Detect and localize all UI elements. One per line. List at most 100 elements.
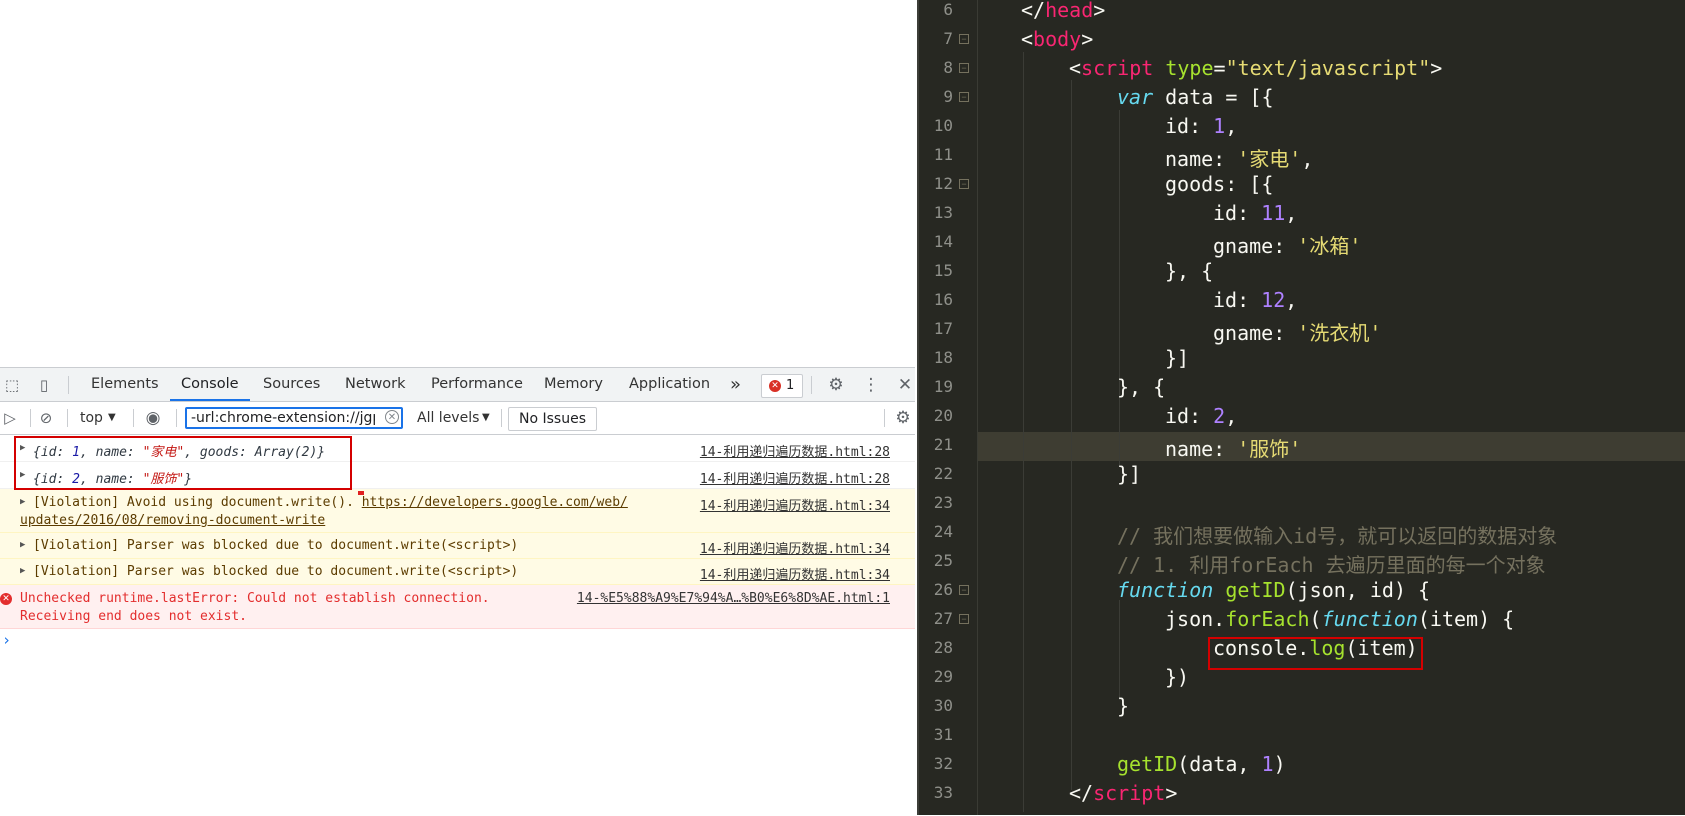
warning-text: [Violation] Avoid using document.write()… (33, 495, 628, 510)
line-number: 7 (943, 29, 953, 48)
warning-text: [Violation] Parser was blocked due to do… (33, 538, 519, 553)
error-count-badge[interactable]: ✕ 1 (761, 374, 803, 398)
console-warning-row[interactable]: ▶ [Violation] Avoid using document.write… (0, 489, 915, 533)
tab-console[interactable]: Console (170, 368, 250, 401)
more-tabs-chevron-icon[interactable]: » (730, 368, 741, 401)
line-number: 13 (933, 203, 953, 222)
code-line: <body> (1021, 27, 1094, 51)
code-line: id: 11, (1213, 201, 1298, 225)
expand-triangle-icon[interactable]: ▶ (20, 566, 25, 576)
doc-link-continued[interactable]: updates/2016/08/removing-document-write (20, 513, 325, 528)
console-prompt-icon[interactable]: › (2, 631, 11, 649)
divider (884, 409, 885, 427)
line-number: 18 (933, 348, 953, 367)
fold-toggle-icon[interactable]: − (959, 614, 969, 624)
context-selector[interactable]: top (80, 402, 103, 434)
divider (67, 409, 68, 427)
context-dropdown-icon[interactable]: ▼ (108, 402, 116, 434)
expand-triangle-icon[interactable]: ▶ (20, 540, 25, 550)
code-comment: // 我们想要做输入id号，就可以返回的数据对象 (1117, 524, 1558, 548)
line-number: 10 (933, 116, 953, 135)
tab-memory[interactable]: Memory (544, 368, 603, 401)
show-sidebar-icon[interactable]: ▷ (0, 409, 20, 427)
error-count: 1 (786, 378, 795, 393)
fold-toggle-icon[interactable]: − (959, 63, 969, 73)
code-line: function getID(json, id) { (1117, 578, 1431, 602)
source-link[interactable]: 14-%E5%88%A9%E7%94%A…%B0%E6%8D%AE.html:1 (577, 591, 890, 606)
code-line: gname: '冰箱' (1213, 234, 1362, 258)
source-link[interactable]: 14-利用递归遍历数据.html:34 (700, 564, 890, 583)
line-number: 27 (933, 609, 953, 628)
error-text-line2: Receiving end does not exist. (20, 609, 247, 624)
clear-console-icon[interactable]: ⊘ (36, 409, 56, 427)
fold-toggle-icon[interactable]: − (959, 179, 969, 189)
console-warning-row[interactable]: ▶ [Violation] Parser was blocked due to … (0, 559, 915, 585)
close-icon[interactable]: ✕ (895, 376, 915, 394)
code-line: id: 12, (1213, 288, 1298, 312)
tab-application[interactable]: Application (629, 368, 710, 401)
tab-sources[interactable]: Sources (263, 368, 320, 401)
warning-text: [Violation] Parser was blocked due to do… (33, 564, 519, 579)
source-link[interactable]: 14-利用递归遍历数据.html:28 (700, 441, 890, 460)
divider (30, 409, 31, 427)
divider (176, 409, 177, 427)
divider (133, 409, 134, 427)
current-line-highlight (977, 432, 1685, 461)
console-error-row[interactable]: ✕ Unchecked runtime.lastError: Could not… (0, 585, 915, 629)
line-number: 19 (933, 377, 953, 396)
settings-gear-icon[interactable]: ⚙ (826, 376, 846, 394)
fold-toggle-icon[interactable]: − (959, 92, 969, 102)
code-comment: // 1. 利用forEach 去遍历里面的每一个对象 (1117, 553, 1546, 577)
indent-guide (1023, 52, 1024, 812)
line-number: 24 (933, 522, 953, 541)
fold-toggle-icon[interactable]: − (959, 34, 969, 44)
line-number: 12 (933, 174, 953, 193)
issues-button[interactable]: No Issues (508, 407, 597, 431)
console-warning-row[interactable]: ▶ [Violation] Parser was blocked due to … (0, 533, 915, 559)
tab-network[interactable]: Network (345, 368, 406, 401)
source-link[interactable]: 14-利用递归遍历数据.html:34 (700, 538, 890, 557)
devtools-tab-bar: ⬚ ▯ Elements Console Sources Network Per… (0, 368, 915, 402)
line-number: 32 (933, 754, 953, 773)
tab-elements[interactable]: Elements (91, 368, 159, 401)
line-number: 31 (933, 725, 953, 744)
line-number: 22 (933, 464, 953, 483)
indent-guide (1071, 80, 1072, 790)
line-number: 16 (933, 290, 953, 309)
code-line: </script> (1069, 781, 1178, 805)
code-editor[interactable]: 6 7 8 9 10 11 12 13 14 15 16 17 18 19 20… (917, 0, 1685, 815)
levels-dropdown-icon[interactable]: ▼ (482, 402, 490, 434)
page-viewport (0, 0, 915, 367)
divider (68, 376, 69, 394)
code-line: id: 2, (1165, 404, 1238, 428)
fold-toggle-icon[interactable]: − (959, 585, 969, 595)
source-link[interactable]: 14-利用递归遍历数据.html:34 (700, 495, 890, 514)
line-number: 17 (933, 319, 953, 338)
code-line: name: '服饰' (1165, 437, 1302, 461)
divider (811, 376, 812, 394)
tab-performance[interactable]: Performance (431, 368, 523, 401)
line-number: 8 (943, 58, 953, 77)
console-toolbar: ▷ ⊘ top ▼ ◉ ✕ All levels ▼ No Issues ⚙ (0, 402, 915, 435)
code-line: gname: '洗衣机' (1213, 321, 1382, 345)
source-link[interactable]: 14-利用递归遍历数据.html:28 (700, 468, 890, 487)
line-number: 15 (933, 261, 953, 280)
line-number: 20 (933, 406, 953, 425)
line-number: 6 (943, 0, 953, 19)
line-number: 30 (933, 696, 953, 715)
code-line: }) (1165, 665, 1190, 689)
console-settings-gear-icon[interactable]: ⚙ (893, 409, 913, 427)
inspect-element-icon[interactable]: ⬚ (2, 376, 22, 394)
expand-triangle-icon[interactable]: ▶ (20, 497, 25, 507)
live-expression-eye-icon[interactable]: ◉ (143, 409, 163, 427)
kebab-menu-icon[interactable]: ⋮ (861, 376, 881, 394)
clear-filter-icon[interactable]: ✕ (385, 410, 399, 424)
log-levels-dropdown[interactable]: All levels (417, 402, 479, 434)
line-number: 21 (933, 435, 953, 454)
divider (501, 409, 502, 427)
console-filter-input[interactable] (185, 407, 403, 429)
device-toolbar-icon[interactable]: ▯ (34, 376, 54, 394)
doc-link[interactable]: https://developers.google.com/web/ (362, 495, 628, 510)
code-line: var data = [{ (1117, 85, 1274, 109)
line-number: 26 (933, 580, 953, 599)
